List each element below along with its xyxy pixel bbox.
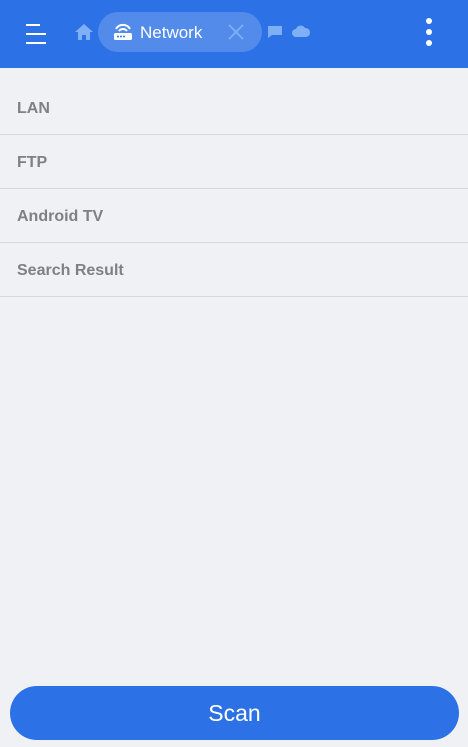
tab-network[interactable]: Network (98, 12, 262, 52)
home-button[interactable] (72, 20, 96, 44)
list-item-ftp[interactable]: FTP (0, 135, 468, 189)
top-app-bar: Network (0, 0, 468, 68)
list-item-label: Search Result (17, 261, 124, 279)
list-item-search-result[interactable]: Search Result (0, 243, 468, 297)
list-item-label: FTP (17, 153, 48, 171)
list-item-lan[interactable]: LAN (0, 81, 468, 135)
more-vert-icon (426, 18, 432, 46)
menu-icon (26, 24, 46, 44)
close-icon[interactable] (226, 22, 246, 42)
cloud-icon (292, 25, 311, 37)
cloud-tab-button[interactable] (291, 22, 311, 42)
list-item-label: LAN (17, 99, 50, 117)
tab-label: Network (140, 23, 203, 42)
more-options-button[interactable] (412, 12, 446, 52)
chat-tab-button[interactable] (265, 22, 285, 42)
menu-button[interactable] (14, 14, 54, 54)
home-icon (75, 24, 93, 40)
scan-button[interactable]: Scan (10, 686, 459, 740)
network-list: LAN FTP Android TV Search Result (0, 81, 468, 297)
list-item-android-tv[interactable]: Android TV (0, 189, 468, 243)
list-item-label: Android TV (17, 207, 104, 225)
router-icon (114, 23, 132, 40)
chat-icon (268, 26, 282, 38)
